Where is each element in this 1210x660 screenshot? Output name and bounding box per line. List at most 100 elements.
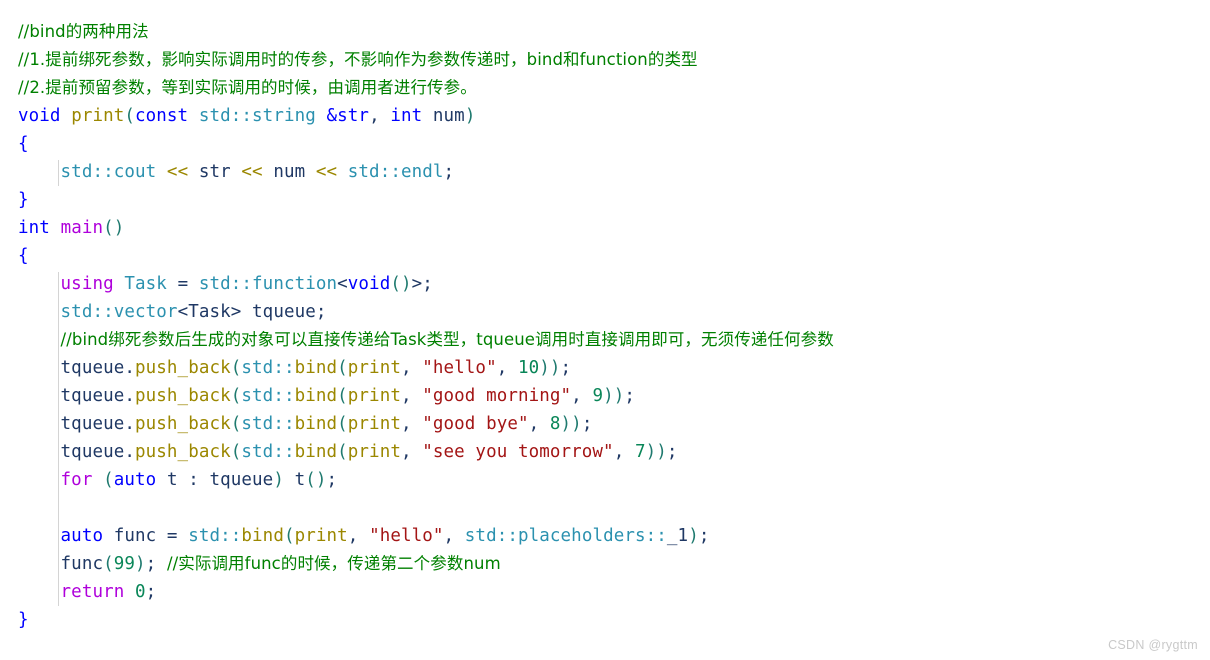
- angle-close: >: [411, 274, 423, 294]
- scope-operator: ::: [220, 526, 242, 546]
- brace-open: {: [18, 134, 29, 154]
- comma: ,: [528, 414, 550, 434]
- keyword-using: using: [60, 274, 114, 294]
- number-literal: 99: [113, 554, 136, 574]
- code-line-16: tqueue.push_back(std::bind(print, "see y…: [0, 438, 1210, 466]
- code-line-9: {: [0, 242, 1210, 270]
- comma: ,: [496, 358, 518, 378]
- scope-operator: ::: [92, 162, 114, 182]
- keyword-auto: auto: [113, 470, 157, 490]
- code-line-6: std::cout << str << num << std::endl;: [0, 158, 1210, 186]
- keyword-const: const: [135, 106, 189, 126]
- namespace-std: std: [198, 106, 231, 126]
- code-line-15: tqueue.push_back(std::bind(print, "good …: [0, 410, 1210, 438]
- namespace-std: std: [241, 442, 274, 462]
- paren-close: ): [135, 554, 146, 574]
- semicolon: ;: [422, 274, 433, 294]
- scope-operator: ::: [230, 106, 253, 126]
- brace-close: }: [18, 190, 29, 210]
- keyword-return: return: [60, 582, 125, 602]
- angle-close: >: [230, 302, 242, 322]
- dot-operator: .: [124, 358, 136, 378]
- semicolon: ;: [326, 470, 338, 490]
- function-bind: bind: [294, 414, 338, 434]
- paren-close: ): [464, 106, 476, 126]
- comma: ,: [369, 106, 391, 126]
- method-push-back: push_back: [135, 442, 231, 462]
- paren-open: (: [103, 470, 114, 490]
- shift-operator: <<: [305, 162, 348, 182]
- namespace-std: std: [60, 302, 93, 322]
- namespace-std: std: [347, 162, 380, 182]
- code-line-8: int main(): [0, 214, 1210, 242]
- variable-tqueue: tqueue: [60, 414, 125, 434]
- argument-print: print: [347, 386, 401, 406]
- code-line-7: }: [0, 186, 1210, 214]
- semicolon: ;: [560, 358, 572, 378]
- variable-tqueue: tqueue: [252, 302, 316, 322]
- string-literal: "hello": [422, 358, 497, 378]
- namespace-std: std: [188, 526, 221, 546]
- namespace-std: std: [241, 386, 274, 406]
- scope-operator: ::: [230, 274, 253, 294]
- scope-operator: ::: [379, 162, 401, 182]
- code-line-14: tqueue.push_back(std::bind(print, "good …: [0, 382, 1210, 410]
- comment-token: //1.提前绑死参数，影响实际调用时的传参，不影响作为参数传递时，bind和fu…: [18, 50, 698, 69]
- code-line-10: using Task = std::function<void()>;: [0, 270, 1210, 298]
- paren-open: (: [230, 442, 242, 462]
- code-line-13: tqueue.push_back(std::bind(print, "hello…: [0, 354, 1210, 382]
- string-literal: "hello": [369, 526, 444, 546]
- paren-open: (: [230, 414, 242, 434]
- string-literal: "see you tomorrow": [422, 442, 614, 462]
- comma: ,: [400, 442, 423, 462]
- code-line-17: for (auto t : tqueue) t();: [0, 466, 1210, 494]
- function-bind: bind: [294, 442, 338, 462]
- scope-operator: ::: [273, 358, 295, 378]
- paren-close: )): [539, 358, 561, 378]
- paren-close: ): [273, 470, 284, 490]
- namespace-std: std: [241, 414, 274, 434]
- comma: ,: [443, 526, 465, 546]
- number-literal: 10: [517, 358, 540, 378]
- method-push-back: push_back: [135, 414, 231, 434]
- paren-open: (: [124, 106, 136, 126]
- paren-close: )): [603, 386, 625, 406]
- variable-tqueue: tqueue: [60, 386, 125, 406]
- function-bind: bind: [241, 526, 284, 546]
- shift-operator: <<: [156, 162, 199, 182]
- number-literal: 9: [592, 386, 604, 406]
- variable-num: num: [273, 162, 306, 182]
- paren-close: )): [645, 442, 667, 462]
- angle-open: <: [177, 302, 189, 322]
- function-bind: bind: [294, 358, 338, 378]
- semicolon: ;: [624, 386, 635, 406]
- variable-tqueue: tqueue: [60, 442, 125, 462]
- namespace-std: std: [198, 274, 231, 294]
- string-literal: "good bye": [422, 414, 529, 434]
- code-line-1: //bind的两种用法: [0, 18, 1210, 46]
- paren-open: (: [230, 358, 242, 378]
- code-line-5: {: [0, 130, 1210, 158]
- argument-print: print: [347, 358, 401, 378]
- alias-task: Task: [124, 274, 167, 294]
- comma: ,: [400, 386, 423, 406]
- comment-token: //bind绑死参数后生成的对象可以直接传递给Task类型，tqueue调用时直…: [60, 330, 834, 349]
- code-line-4: void print(const std::string &str, int n…: [0, 102, 1210, 130]
- parens: (): [305, 470, 327, 490]
- alias-task: Task: [188, 302, 231, 322]
- brace-close: }: [18, 610, 29, 630]
- namespace-std: std: [464, 526, 497, 546]
- argument-print: print: [347, 442, 401, 462]
- assign-operator: =: [166, 526, 178, 546]
- semicolon: ;: [145, 582, 157, 602]
- comment-token: //bind的两种用法: [18, 22, 149, 41]
- parens: (): [103, 218, 125, 238]
- scope-operator: ::: [645, 526, 667, 546]
- brace-open: {: [18, 246, 29, 266]
- call-t: t: [294, 470, 306, 490]
- code-line-21: return 0;: [0, 578, 1210, 606]
- code-editor[interactable]: //bind的两种用法 //1.提前绑死参数，影响实际调用时的传参，不影响作为参…: [0, 0, 1210, 660]
- semicolon: ;: [666, 442, 678, 462]
- code-line-2: //1.提前绑死参数，影响实际调用时的传参，不影响作为参数传递时，bind和fu…: [0, 46, 1210, 74]
- comment-token: //2.提前预留参数，等到实际调用的时候，由调用者进行传参。: [18, 78, 477, 97]
